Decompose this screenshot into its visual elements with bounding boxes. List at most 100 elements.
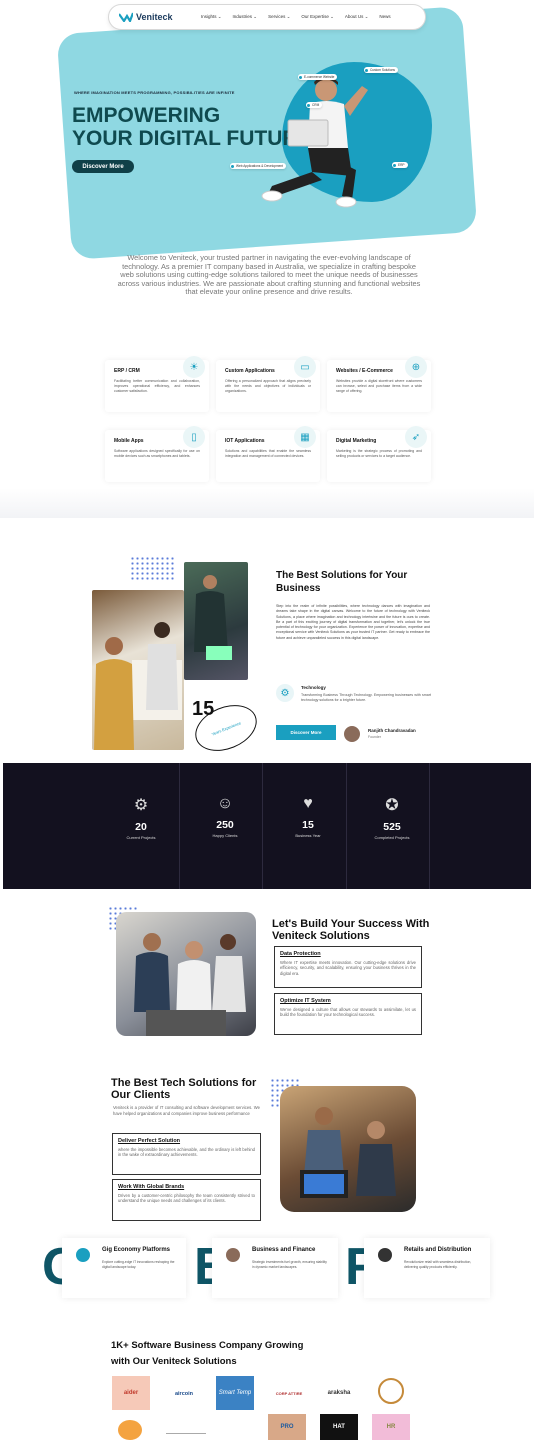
box-title: Deliver Perfect Solution xyxy=(118,1138,181,1144)
person-icon: ☺ xyxy=(216,795,234,812)
box-text: Driven by a customer-centric philosophy … xyxy=(118,1193,255,1204)
office-photo-right xyxy=(184,562,248,680)
service-text: Software applications designed specifica… xyxy=(114,449,200,459)
nav-links: Insights ⌄ Industries ⌄ Services ⌄ Our E… xyxy=(201,14,391,20)
award-icon: ✪ xyxy=(385,797,399,814)
growing-line2: with Our Veniteck Solutions xyxy=(111,1355,237,1367)
client-logo-corp-attire: CORP ATTIRE xyxy=(275,1390,303,1396)
technology-icon: ⚙ xyxy=(276,684,294,702)
client-logo-line xyxy=(166,1426,206,1434)
best-solutions-title: The Best Solutions for Your Business xyxy=(276,570,408,594)
stat-number: 15 xyxy=(302,819,314,831)
stat-number: 250 xyxy=(216,819,234,831)
card-retail-distribution[interactable]: Retails and Distribution Revolutionize r… xyxy=(364,1238,490,1298)
rocket-icon: ➶ xyxy=(405,426,427,448)
cart-icon: ⊕ xyxy=(405,356,427,378)
founder-role: Founder xyxy=(368,735,382,739)
card-avatar xyxy=(226,1248,240,1262)
gear-icon: ⚙ xyxy=(133,797,149,814)
best-solutions-text: Step into the realm of infinite possibil… xyxy=(276,604,430,640)
stat-number: 525 xyxy=(383,821,401,833)
team-photo xyxy=(116,912,256,1036)
stat-business-year: ♥ 15 Business Year xyxy=(267,763,349,889)
section-fade xyxy=(0,488,534,518)
service-card-mobile[interactable]: ▯ Mobile Apps Software applications desi… xyxy=(105,426,209,482)
service-text: Websites provide a digital storefront wh… xyxy=(336,379,422,394)
laptop-team-photo xyxy=(280,1086,416,1212)
technology-title: Technology xyxy=(301,685,326,690)
stat-number: 20 xyxy=(135,821,147,833)
stat-current-projects: ⚙ 20 Current Projects xyxy=(100,763,182,889)
nav-industries[interactable]: Industries ⌄ xyxy=(233,14,258,20)
card-text: Revolutionize retail with seamless distr… xyxy=(404,1260,472,1269)
discover-more-button-2[interactable]: Discover More xyxy=(276,725,336,740)
card-title: Retails and Distribution xyxy=(404,1247,472,1253)
mobile-icon: ▯ xyxy=(183,426,205,448)
service-card-erp[interactable]: ☀ ERP / CRM Facilitating better communic… xyxy=(105,356,209,412)
client-logo-hat: HAT xyxy=(320,1414,358,1440)
discover-more-button[interactable]: Discover More xyxy=(72,160,134,173)
dot-pattern xyxy=(130,556,174,582)
iot-icon: ▦ xyxy=(294,426,316,448)
growing-line1: 1K+ Software Business Company Growing xyxy=(111,1340,304,1351)
logo-icon xyxy=(119,12,133,22)
card-avatar xyxy=(76,1248,90,1262)
box-text: We've designed a culture that allows our… xyxy=(280,1007,416,1018)
stat-label: Completed Projects xyxy=(374,835,410,840)
hero-person-illustration xyxy=(261,76,368,208)
top-navbar: Veniteck Insights ⌄ Industries ⌄ Service… xyxy=(108,4,426,30)
stat-label: Happy Clients xyxy=(212,833,238,838)
service-text: Solutions and capabilities that enable t… xyxy=(225,449,311,459)
service-text: Facilitating better communication and co… xyxy=(114,379,200,394)
nav-our-expertise[interactable]: Our Expertise ⌄ xyxy=(301,14,334,20)
client-logo-green xyxy=(218,1424,256,1440)
card-title: Business and Finance xyxy=(252,1247,316,1253)
card-business-finance[interactable]: Business and Finance Strategic investmen… xyxy=(212,1238,338,1298)
brand-logo[interactable]: Veniteck xyxy=(119,12,201,22)
page: Veniteck Insights ⌄ Industries ⌄ Service… xyxy=(0,0,534,1440)
bulb-icon: ☀ xyxy=(183,356,205,378)
technology-text: Transforming Business Through Technology… xyxy=(301,693,431,703)
service-card-websites[interactable]: ⊕ Websites / E-Commerce Websites provide… xyxy=(327,356,431,412)
service-card-iot[interactable]: ▦ IOT Applications Solutions and capabil… xyxy=(216,426,320,482)
hands-icon: ♥ xyxy=(303,795,313,812)
chip-crm: CRM xyxy=(306,102,323,108)
laptop-icon: ▭ xyxy=(294,356,316,378)
intro-paragraph: Welcome to Veniteck, your trusted partne… xyxy=(117,253,421,297)
stat-label: Current Projects xyxy=(126,835,156,840)
optimize-it-box: Optimize IT System We've designed a cult… xyxy=(274,993,422,1035)
office-photo-left xyxy=(92,590,184,750)
box-title: Data Protection xyxy=(280,951,321,957)
client-logo-orange xyxy=(118,1420,142,1440)
nav-news[interactable]: News xyxy=(379,14,390,20)
service-card-custom-apps[interactable]: ▭ Custom Applications Offering a persona… xyxy=(216,356,320,412)
nav-services[interactable]: Services ⌄ xyxy=(268,14,290,20)
nav-about-us[interactable]: About Us ⌄ xyxy=(345,14,369,20)
box-text: where the impossible becomes achievable,… xyxy=(118,1147,255,1158)
card-title: Gig Economy Platforms xyxy=(102,1247,171,1253)
service-card-marketing[interactable]: ➶ Digital Marketing Marketing is the str… xyxy=(327,426,431,482)
stat-completed-projects: ✪ 525 Completed Projects xyxy=(351,763,433,889)
card-text: Explore cutting-edge IT innovations resh… xyxy=(102,1260,175,1269)
growing-title: 1K+ Software Business Company Growing wi… xyxy=(111,1338,303,1369)
global-brands-box: Work With Global Brands Driven by a cust… xyxy=(112,1179,261,1221)
stat-label: Business Year xyxy=(295,833,321,838)
brand-name: Veniteck xyxy=(136,12,173,22)
nav-insights[interactable]: Insights ⌄ xyxy=(201,14,222,20)
chip-erp: ERP xyxy=(392,162,408,168)
stats-band: ⚙ 20 Current Projects ☺ 250 Happy Client… xyxy=(3,763,531,889)
client-logo-araksha: araksha xyxy=(327,1390,351,1396)
client-logo-hr: HR xyxy=(372,1414,410,1440)
service-text: Offering a personalized approach that al… xyxy=(225,379,311,394)
client-logo-smart-temp: Smart Temp xyxy=(216,1376,254,1410)
data-protection-box: Data Protection Where IT expertise meets… xyxy=(274,946,422,988)
card-gig-economy[interactable]: Gig Economy Platforms Explore cutting-ed… xyxy=(62,1238,186,1298)
box-title: Optimize IT System xyxy=(280,998,331,1004)
stat-happy-clients: ☺ 250 Happy Clients xyxy=(184,763,266,889)
client-logo-aider: aider xyxy=(112,1376,150,1410)
box-title: Work With Global Brands xyxy=(118,1184,185,1190)
founder-name: Ranjith Chandravadan xyxy=(368,728,416,733)
tech-title: The Best Tech Solutions for Our Clients xyxy=(111,1077,257,1101)
deliver-solution-box: Deliver Perfect Solution where the impos… xyxy=(112,1133,261,1175)
chip-web-apps: Web Applications & Development xyxy=(230,163,287,169)
